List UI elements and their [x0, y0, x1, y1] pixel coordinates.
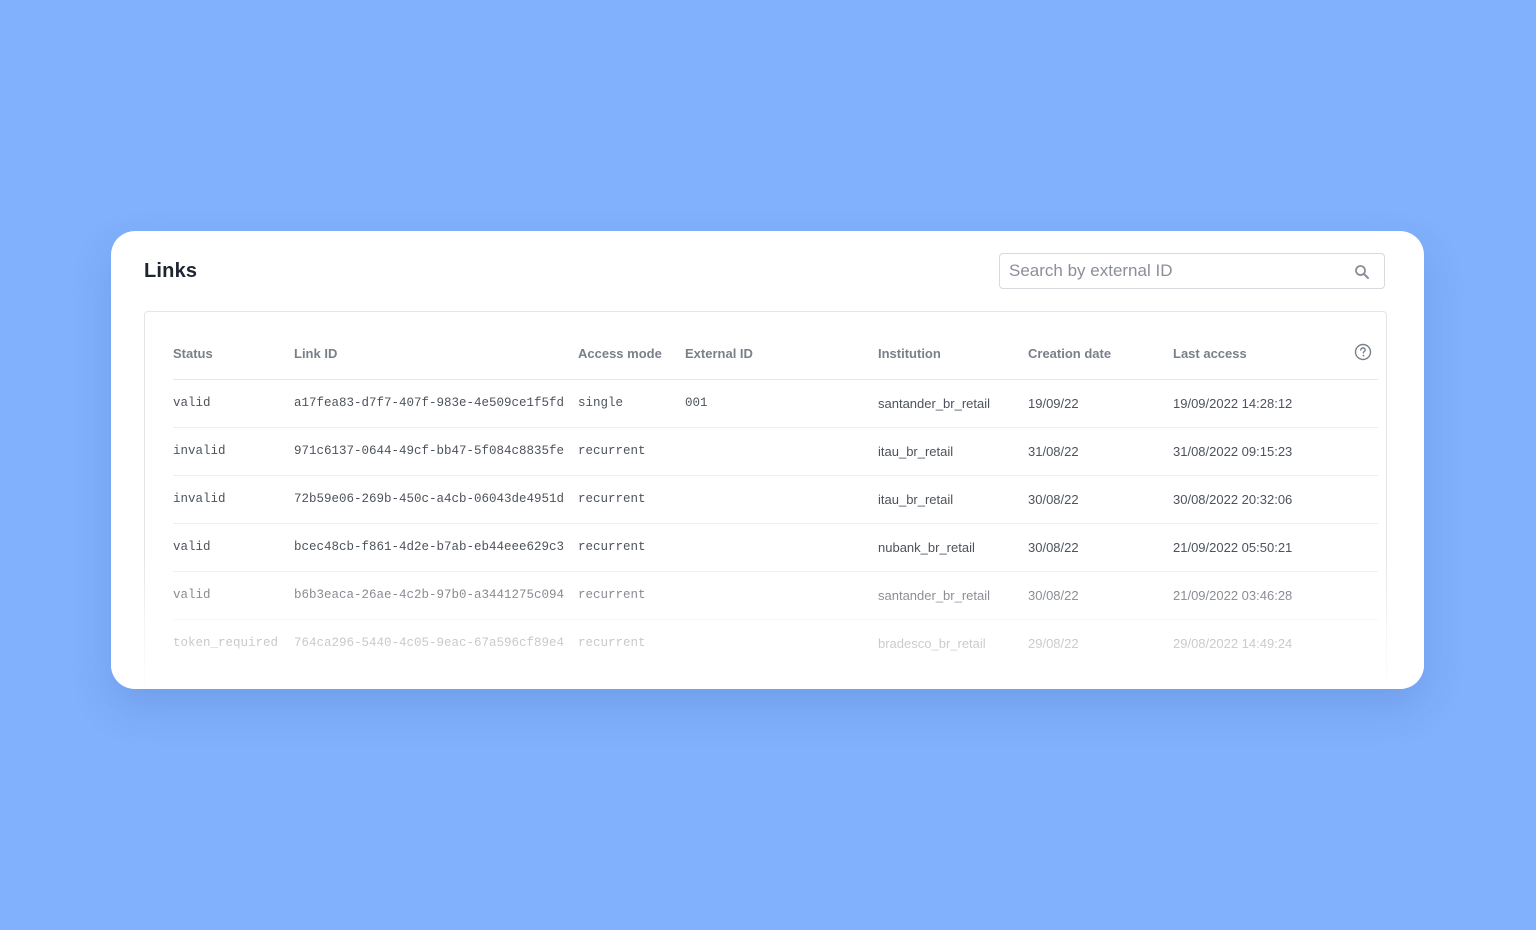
cell-institution: santander_br_retail [878, 588, 991, 603]
cell-access-mode: recurrent [578, 540, 646, 554]
cell-last-access: 19/09/2022 14:28:12 [1173, 396, 1293, 411]
column-header-status[interactable]: Status [173, 346, 213, 361]
cell-creation-date: 30/08/22 [1028, 492, 1079, 507]
page-title: Links [144, 260, 198, 282]
cell-access-mode: recurrent [578, 444, 646, 458]
table-row[interactable]: token_required 764ca296-5440-4c05-9eac-6… [173, 619, 1378, 667]
cell-institution: bradesco_br_retail [878, 636, 986, 651]
cell-link-id[interactable]: b6b3eaca-26ae-4c2b-97b0-a3441275c094 [294, 588, 564, 602]
cell-institution: itau_br_retail [878, 444, 954, 459]
table-row[interactable]: valid bcec48cb-f861-4d2e-b7ab-eb44eee629… [173, 523, 1378, 572]
cell-last-access: 29/08/2022 14:49:24 [1173, 636, 1293, 651]
cell-institution: itau_br_retail [878, 492, 954, 507]
cell-status: invalid [173, 492, 226, 506]
cell-institution: nubank_br_retail [878, 540, 975, 555]
question-circle-icon[interactable] [1354, 343, 1372, 361]
cell-last-access: 21/09/2022 03:46:28 [1173, 588, 1293, 603]
cell-access-mode: recurrent [578, 636, 646, 650]
cell-access-mode: recurrent [578, 492, 646, 506]
cell-link-id[interactable]: 971c6137-0644-49cf-bb47-5f084c8835fe [294, 444, 564, 458]
cell-creation-date: 29/08/22 [1028, 636, 1079, 651]
links-card: Links Status Link ID Access mode Externa… [111, 231, 1424, 689]
cell-link-id[interactable]: bcec48cb-f861-4d2e-b7ab-eb44eee629c3 [294, 540, 564, 554]
cell-creation-date: 31/08/22 [1028, 444, 1079, 459]
table-row[interactable]: valid a17fea83-d7f7-407f-983e-4e509ce1f5… [173, 379, 1378, 428]
cell-creation-date: 30/08/22 [1028, 588, 1079, 603]
cell-creation-date: 19/09/22 [1028, 396, 1079, 411]
cell-status: valid [173, 588, 211, 602]
table-row[interactable]: invalid 72b59e06-269b-450c-a4cb-06043de4… [173, 475, 1378, 524]
table-row[interactable]: invalid 971c6137-0644-49cf-bb47-5f084c88… [173, 427, 1378, 476]
cell-link-id[interactable]: a17fea83-d7f7-407f-983e-4e509ce1f5fd [294, 396, 564, 410]
search-icon[interactable] [1354, 264, 1370, 280]
cell-last-access: 31/08/2022 09:15:23 [1173, 444, 1293, 459]
cell-access-mode: recurrent [578, 588, 646, 602]
cell-status: valid [173, 396, 211, 410]
column-header-creation-date[interactable]: Creation date [1028, 346, 1111, 361]
search-input[interactable] [1000, 254, 1358, 288]
cell-access-mode: single [578, 396, 624, 410]
cell-status: token_required [173, 636, 279, 650]
column-header-access-mode[interactable]: Access mode [578, 346, 662, 361]
table-row[interactable]: valid b6b3eaca-26ae-4c2b-97b0-a3441275c0… [173, 571, 1378, 620]
cell-status: invalid [173, 444, 226, 458]
cell-last-access: 21/09/2022 05:50:21 [1173, 540, 1293, 555]
cell-external-id: 001 [685, 396, 708, 410]
search-box[interactable] [999, 253, 1385, 289]
cell-creation-date: 30/08/22 [1028, 540, 1079, 555]
cell-institution: santander_br_retail [878, 396, 991, 411]
column-header-last-access[interactable]: Last access [1173, 346, 1247, 361]
column-header-external-id[interactable]: External ID [685, 346, 753, 361]
cell-link-id[interactable]: 764ca296-5440-4c05-9eac-67a596cf89e4 [294, 636, 564, 650]
table-header: Status Link ID Access mode External ID I… [173, 341, 1378, 380]
cell-last-access: 30/08/2022 20:32:06 [1173, 492, 1293, 507]
cell-link-id[interactable]: 72b59e06-269b-450c-a4cb-06043de4951d [294, 492, 564, 506]
column-header-institution[interactable]: Institution [878, 346, 941, 361]
column-header-link-id[interactable]: Link ID [294, 346, 337, 361]
cell-status: valid [173, 540, 211, 554]
